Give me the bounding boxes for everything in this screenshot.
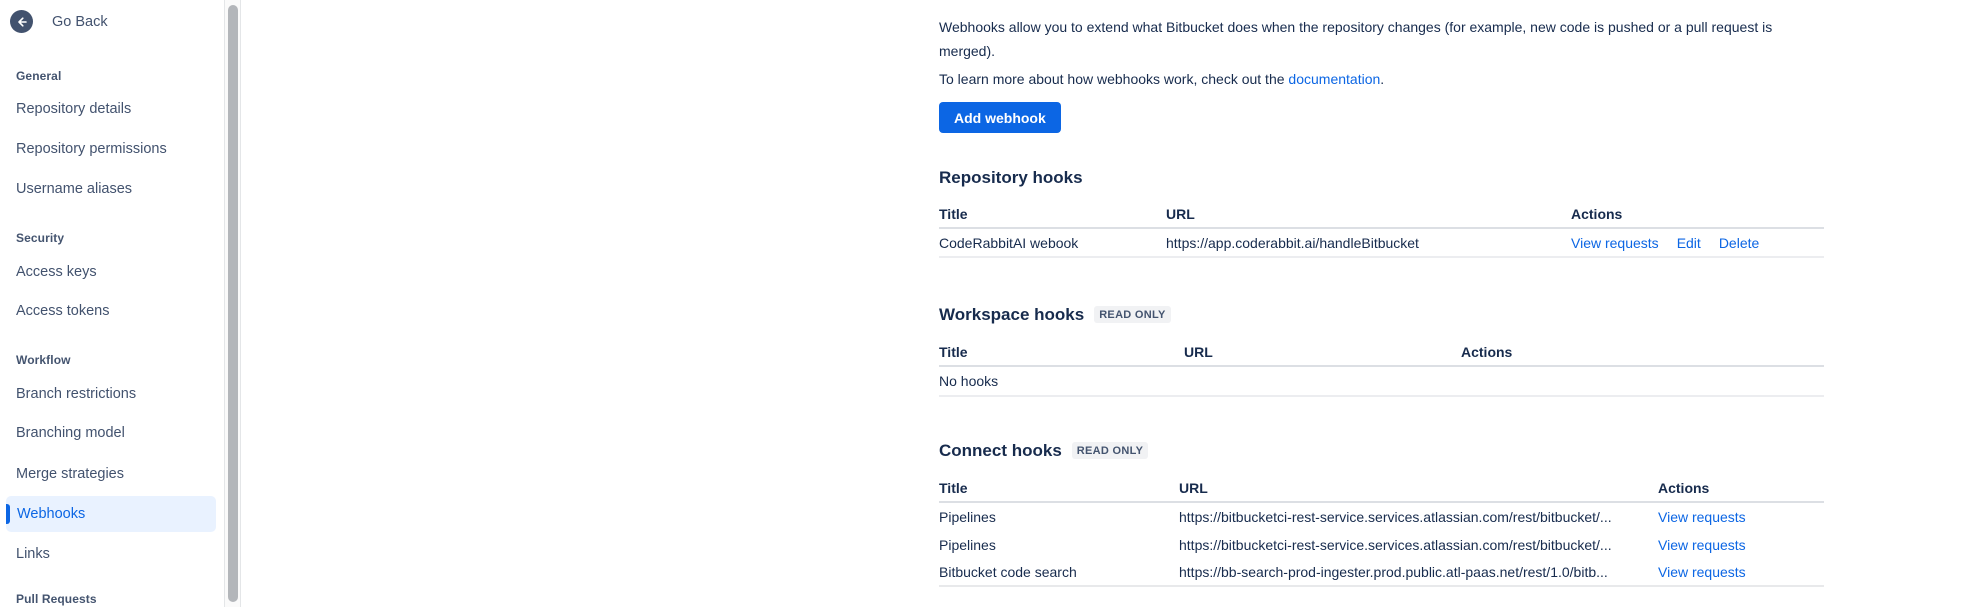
- selected-indicator-bar: [6, 504, 10, 524]
- connect-hooks-heading: Connect hooks READ ONLY: [939, 441, 1148, 461]
- sidebar-item-links[interactable]: Links: [16, 546, 50, 562]
- learn-more-text: To learn more about how webhooks work, c…: [939, 67, 1824, 91]
- table-row: Pipelines https://bitbucketci-rest-servi…: [939, 503, 1824, 531]
- workspace-hooks-table: Title URL Actions No hooks: [939, 338, 1824, 397]
- sidebar-item-access-keys[interactable]: Access keys: [16, 264, 97, 280]
- sidebar-item-repository-details[interactable]: Repository details: [16, 101, 131, 117]
- hook-title: Pipelines: [939, 537, 1179, 553]
- sidebar-item-branch-restrictions[interactable]: Branch restrictions: [16, 386, 136, 402]
- sidebar-item-webhooks-label: Webhooks: [17, 506, 85, 522]
- view-requests-link[interactable]: View requests: [1571, 235, 1659, 251]
- sidebar-item-merge-strategies[interactable]: Merge strategies: [16, 466, 124, 482]
- hook-actions: View requests: [1658, 564, 1824, 580]
- hook-actions: View requests: [1658, 509, 1824, 525]
- documentation-link[interactable]: documentation: [1288, 71, 1380, 87]
- column-header-actions: Actions: [1658, 480, 1824, 496]
- bitbucket-webhooks-settings-page: Go Back General Repository details Repos…: [0, 0, 1986, 607]
- table-row: Pipelines https://bitbucketci-rest-servi…: [939, 531, 1824, 559]
- workspace-hooks-title: Workspace hooks: [939, 305, 1084, 324]
- column-header-url: URL: [1179, 480, 1658, 496]
- hook-title: CodeRabbitAI webook: [939, 235, 1166, 251]
- table-row: CodeRabbitAI webook https://app.coderabb…: [939, 229, 1824, 258]
- sidebar-item-username-aliases[interactable]: Username aliases: [16, 181, 132, 197]
- column-header-title: Title: [939, 480, 1179, 496]
- read-only-badge: READ ONLY: [1094, 306, 1170, 323]
- view-requests-link[interactable]: View requests: [1658, 537, 1746, 553]
- scrollbar-thumb[interactable]: [228, 5, 238, 602]
- column-header-title: Title: [939, 206, 1166, 222]
- intro-text: Webhooks allow you to extend what Bitbuc…: [939, 15, 1824, 63]
- table-row: No hooks: [939, 367, 1824, 397]
- learn-more-prefix: To learn more about how webhooks work, c…: [939, 71, 1288, 87]
- repository-hooks-heading: Repository hooks: [939, 168, 1083, 188]
- sidebar-section-workflow: Workflow: [16, 353, 71, 367]
- sidebar-item-webhooks[interactable]: Webhooks: [6, 496, 216, 532]
- hook-title: Bitbucket code search: [939, 564, 1179, 580]
- add-webhook-button[interactable]: Add webhook: [939, 102, 1061, 133]
- hook-url: https://app.coderabbit.ai/handleBitbucke…: [1166, 235, 1571, 251]
- hook-actions: View requests: [1658, 537, 1824, 553]
- hook-url: https://bitbucketci-rest-service.service…: [1179, 537, 1658, 553]
- column-header-url: URL: [1184, 344, 1461, 360]
- column-header-actions: Actions: [1571, 206, 1824, 222]
- sidebar-item-access-tokens[interactable]: Access tokens: [16, 303, 110, 319]
- read-only-badge: READ ONLY: [1072, 442, 1148, 459]
- workspace-hooks-header-row: Title URL Actions: [939, 338, 1824, 367]
- column-header-title: Title: [939, 344, 1184, 360]
- repository-hooks-table: Title URL Actions CodeRabbitAI webook ht…: [939, 200, 1824, 258]
- repository-hooks-title: Repository hooks: [939, 168, 1083, 187]
- hook-title: Pipelines: [939, 509, 1179, 525]
- connect-hooks-title: Connect hooks: [939, 441, 1062, 460]
- go-back-button[interactable]: Go Back: [10, 10, 108, 33]
- sidebar-section-pull-requests: Pull Requests: [16, 592, 97, 606]
- table-row: Bitbucket code search https://bb-search-…: [939, 559, 1824, 587]
- hook-url: https://bb-search-prod-ingester.prod.pub…: [1179, 564, 1658, 580]
- column-header-actions: Actions: [1461, 344, 1824, 360]
- go-back-label: Go Back: [52, 14, 108, 30]
- hook-url: https://bitbucketci-rest-service.service…: [1179, 509, 1658, 525]
- view-requests-link[interactable]: View requests: [1658, 509, 1746, 525]
- webhooks-content: Webhooks allow you to extend what Bitbuc…: [939, 0, 1824, 607]
- delete-link[interactable]: Delete: [1719, 235, 1759, 251]
- hook-actions: View requests Edit Delete: [1571, 235, 1824, 251]
- repository-hooks-header-row: Title URL Actions: [939, 200, 1824, 229]
- connect-hooks-table: Title URL Actions Pipelines https://bitb…: [939, 474, 1824, 587]
- column-header-url: URL: [1166, 206, 1571, 222]
- sidebar-item-repository-permissions[interactable]: Repository permissions: [16, 141, 167, 157]
- connect-hooks-header-row: Title URL Actions: [939, 474, 1824, 503]
- sidebar-item-branching-model[interactable]: Branching model: [16, 425, 125, 441]
- sidebar-section-general: General: [16, 69, 61, 83]
- empty-state-text: No hooks: [939, 373, 1184, 389]
- learn-more-suffix: .: [1380, 71, 1384, 87]
- back-arrow-icon: [10, 10, 33, 33]
- sidebar-scrollbar[interactable]: [224, 0, 241, 607]
- workspace-hooks-heading: Workspace hooks READ ONLY: [939, 305, 1171, 325]
- settings-sidebar: Go Back General Repository details Repos…: [0, 0, 241, 607]
- edit-link[interactable]: Edit: [1677, 235, 1701, 251]
- sidebar-section-security: Security: [16, 231, 64, 245]
- view-requests-link[interactable]: View requests: [1658, 564, 1746, 580]
